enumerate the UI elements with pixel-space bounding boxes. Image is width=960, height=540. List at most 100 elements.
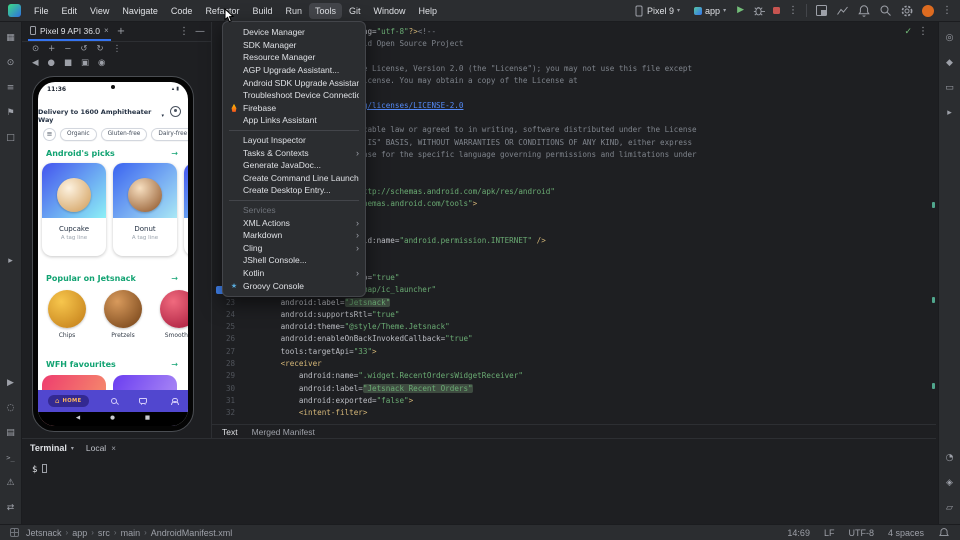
nav-profile-icon[interactable]	[170, 398, 178, 405]
code-line[interactable]: <receiver	[244, 358, 928, 370]
menu-item-kotlin[interactable]: Kotlin›	[223, 267, 365, 280]
more-icon[interactable]: ⋮	[918, 27, 928, 37]
menu-item-troubleshoot-device-connections[interactable]: Troubleshoot Device Connections	[223, 89, 365, 102]
version-control-icon[interactable]: ⇄	[3, 500, 19, 516]
arrow-forward-icon[interactable]: →	[171, 360, 178, 369]
search-icon[interactable]	[879, 4, 892, 17]
menu-icon[interactable]: ⋮	[113, 45, 122, 54]
emulator-icon[interactable]: ▱	[942, 500, 958, 516]
volume-up-icon[interactable]: +	[48, 45, 55, 54]
menu-run[interactable]: Run	[279, 3, 308, 19]
menu-build[interactable]: Build	[246, 3, 278, 19]
tab-merged-manifest[interactable]: Merged Manifest	[252, 427, 315, 437]
filter-icon[interactable]: ≡	[43, 128, 56, 141]
code-line[interactable]: <intent-filter>	[244, 407, 928, 419]
terminal-icon[interactable]: >_	[3, 450, 19, 466]
app-insights-icon[interactable]: ◈	[942, 475, 958, 491]
rotate-left-icon[interactable]: ↺	[80, 45, 87, 54]
menu-edit[interactable]: Edit	[56, 3, 84, 19]
run-config-selector[interactable]: app ▾	[691, 4, 729, 18]
menu-item-create-desktop-entry[interactable]: Create Desktop Entry...	[223, 184, 365, 197]
run-icon[interactable]: ▶	[3, 375, 19, 391]
nav-cart-icon[interactable]	[139, 398, 147, 404]
menu-item-jshell-console[interactable]: JShell Console...	[223, 254, 365, 267]
menu-git[interactable]: Git	[343, 3, 367, 19]
commit-icon[interactable]: ⊙	[3, 55, 19, 71]
project-icon[interactable]: ▦	[3, 30, 19, 46]
menu-item-device-manager[interactable]: Device Manager	[223, 26, 365, 39]
more-vertical-icon[interactable]: ⋮	[942, 6, 952, 16]
code-line[interactable]: android:name=".widget.RecentOrdersWidget…	[244, 370, 928, 382]
code-line[interactable]: android:theme="@style/Theme.Jetsnack"	[244, 321, 928, 333]
running-devices-icon[interactable]: ▸	[942, 105, 958, 121]
menu-item-tasks-contexts[interactable]: Tasks & Contexts›	[223, 146, 365, 159]
notifications-bell-icon[interactable]	[938, 527, 950, 539]
record-icon[interactable]: ◉	[98, 59, 105, 68]
menu-item-resource-manager[interactable]: Resource Manager	[223, 51, 365, 64]
code-line[interactable]: android:supportsRtl="true"	[244, 309, 928, 321]
hide-panel-icon[interactable]: —	[195, 27, 205, 37]
bookmarks-icon[interactable]: ⚑	[3, 105, 19, 121]
stop-button[interactable]	[773, 7, 780, 14]
device-screen[interactable]: 11:36 ▴▮ Delivery to 1600 Amphitheater W…	[38, 82, 188, 426]
nav-home-button[interactable]: ⌂ HOME	[48, 395, 89, 407]
filter-chip-gluten-free[interactable]: Gluten-free	[101, 128, 148, 141]
code-line[interactable]: android:label="Jetsnack"	[244, 297, 928, 309]
code-line[interactable]: tools:targetApi="33">	[244, 346, 928, 358]
snack-card-cupcake[interactable]: CupcakeA tag line	[42, 163, 106, 256]
debug-icon[interactable]: ◌	[3, 400, 19, 416]
overview-icon[interactable]: ■	[64, 59, 72, 68]
filter-chip-organic[interactable]: Organic	[60, 128, 97, 141]
code-line[interactable]: android:enableOnBackInvokedCallback="tru…	[244, 333, 928, 345]
nav-search-icon[interactable]	[111, 398, 117, 404]
menu-view[interactable]: View	[84, 3, 115, 19]
more-run-actions-icon[interactable]: ⋮	[788, 6, 798, 16]
delivery-bar[interactable]: Delivery to 1600 Amphitheater Way ▾	[38, 108, 164, 124]
menu-tools[interactable]: Tools	[309, 3, 342, 19]
problems-icon[interactable]: ⚠	[3, 475, 19, 491]
avatar[interactable]	[922, 5, 934, 17]
popular-item-chips[interactable]: Chips	[48, 290, 86, 339]
chevron-down-icon[interactable]: ▾	[71, 445, 74, 452]
menu-item-android-sdk-upgrade-assistant[interactable]: Android SDK Upgrade Assistant	[223, 76, 365, 89]
run-button[interactable]: ▶	[737, 6, 744, 15]
debug-button[interactable]	[752, 4, 765, 17]
device-explorer-icon[interactable]: □	[3, 130, 19, 146]
popular-item-pretzels[interactable]: Pretzels	[104, 290, 142, 339]
screenshot-icon[interactable]: ▣	[81, 59, 89, 68]
android-home-button[interactable]: ●	[110, 416, 115, 422]
menu-item-sdk-manager[interactable]: SDK Manager	[223, 39, 365, 52]
menu-item-groovy-console[interactable]: ★Groovy Console	[223, 279, 365, 292]
device-tab[interactable]: Pixel 9 API 36.0 ×	[28, 22, 111, 41]
device-selector[interactable]: Pixel 9 ▾	[631, 3, 683, 19]
grid-icon[interactable]	[10, 528, 19, 537]
rotate-right-icon[interactable]: ↻	[97, 45, 104, 54]
menu-item-generate-javadoc[interactable]: Generate JavaDoc...	[223, 159, 365, 172]
menu-item-firebase[interactable]: Firebase	[223, 102, 365, 115]
breadcrumb-main[interactable]: main	[121, 528, 141, 538]
android-recents-button[interactable]: ■	[145, 416, 150, 422]
profile-icon[interactable]	[170, 106, 181, 117]
layout-inspector-icon[interactable]	[815, 4, 828, 17]
menu-code[interactable]: Code	[165, 3, 199, 19]
menu-item-app-links-assistant[interactable]: App Links Assistant	[223, 114, 365, 127]
notifications-icon[interactable]	[857, 4, 871, 18]
code-line[interactable]: android:label="Jetsnack Recent Orders"	[244, 383, 928, 395]
add-device-tab-button[interactable]: +	[117, 27, 125, 37]
breadcrumb-src[interactable]: src	[98, 528, 110, 538]
tab-text[interactable]: Text	[222, 427, 238, 437]
filter-chip-dairy-free[interactable]: Dairy-free	[151, 128, 188, 141]
home-icon[interactable]: ●	[48, 59, 55, 68]
menu-item-cling[interactable]: Cling›	[223, 242, 365, 255]
volume-down-icon[interactable]: −	[64, 45, 71, 54]
menu-help[interactable]: Help	[413, 3, 444, 19]
arrow-forward-icon[interactable]: →	[171, 274, 178, 283]
menu-item-create-command-line-launcher[interactable]: Create Command Line Launcher...	[223, 172, 365, 185]
close-icon[interactable]: ×	[111, 444, 116, 453]
android-back-button[interactable]: ◀	[76, 416, 80, 422]
inspections-widget[interactable]: ✓ ⋮	[904, 27, 928, 37]
snack-card-donut[interactable]: DonutA tag line	[113, 163, 177, 256]
close-icon[interactable]: ×	[104, 26, 109, 35]
structure-icon[interactable]: ≡	[3, 80, 19, 96]
indent-setting[interactable]: 4 spaces	[888, 528, 924, 538]
